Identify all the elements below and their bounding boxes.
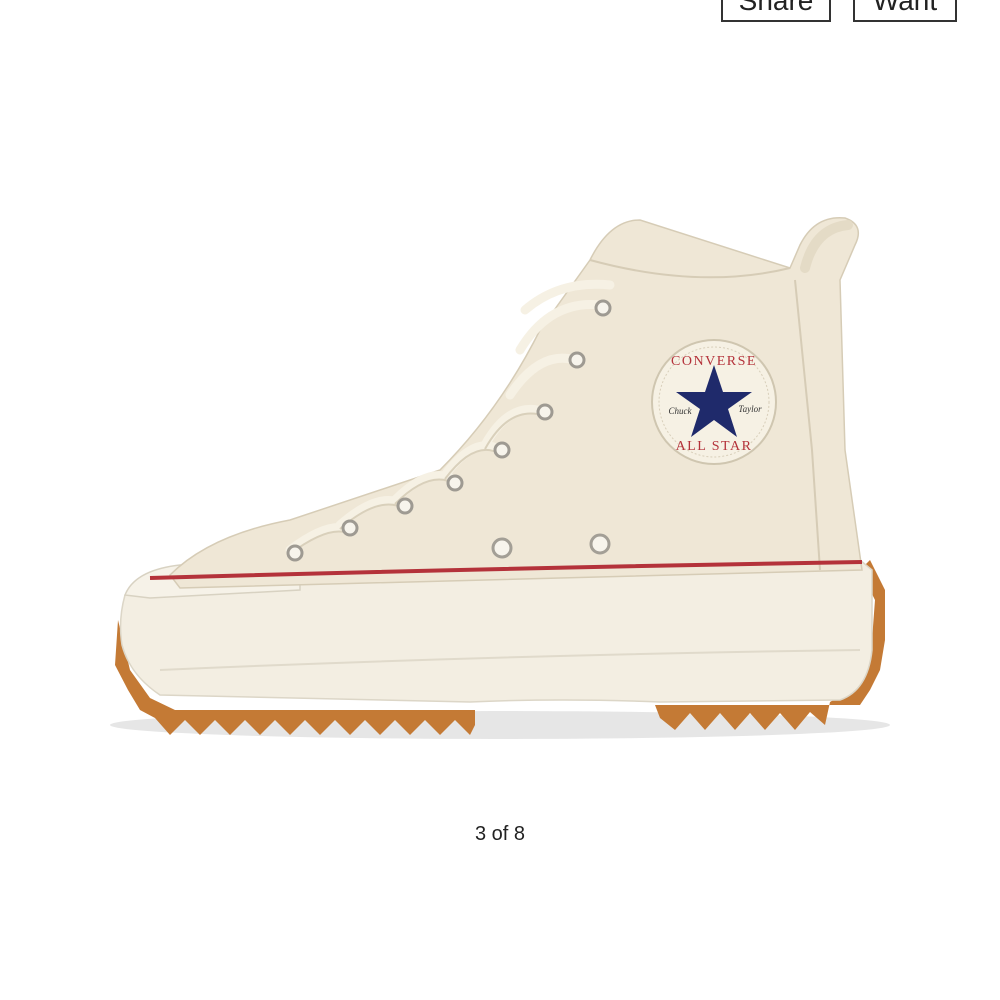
badge-bottom-text: ALL STAR xyxy=(676,439,753,454)
product-image-gallery[interactable]: CONVERSE ALL STAR Chuck Taylor xyxy=(0,150,1000,790)
badge-right-script: Taylor xyxy=(738,404,762,414)
vent-eyelet xyxy=(589,533,611,555)
badge-left-script: Chuck xyxy=(669,406,693,416)
converse-ankle-patch: CONVERSE ALL STAR Chuck Taylor xyxy=(651,339,777,465)
top-actions: Share Want xyxy=(721,0,957,22)
want-button[interactable]: Want xyxy=(853,0,957,22)
vent-eyelet xyxy=(491,537,513,559)
share-button[interactable]: Share xyxy=(721,0,831,22)
product-image: CONVERSE ALL STAR Chuck Taylor xyxy=(110,217,890,739)
share-button-label: Share xyxy=(738,0,814,16)
want-button-label: Want xyxy=(872,0,938,16)
badge-top-text: CONVERSE xyxy=(671,354,757,369)
image-counter: 3 of 8 xyxy=(474,823,526,845)
